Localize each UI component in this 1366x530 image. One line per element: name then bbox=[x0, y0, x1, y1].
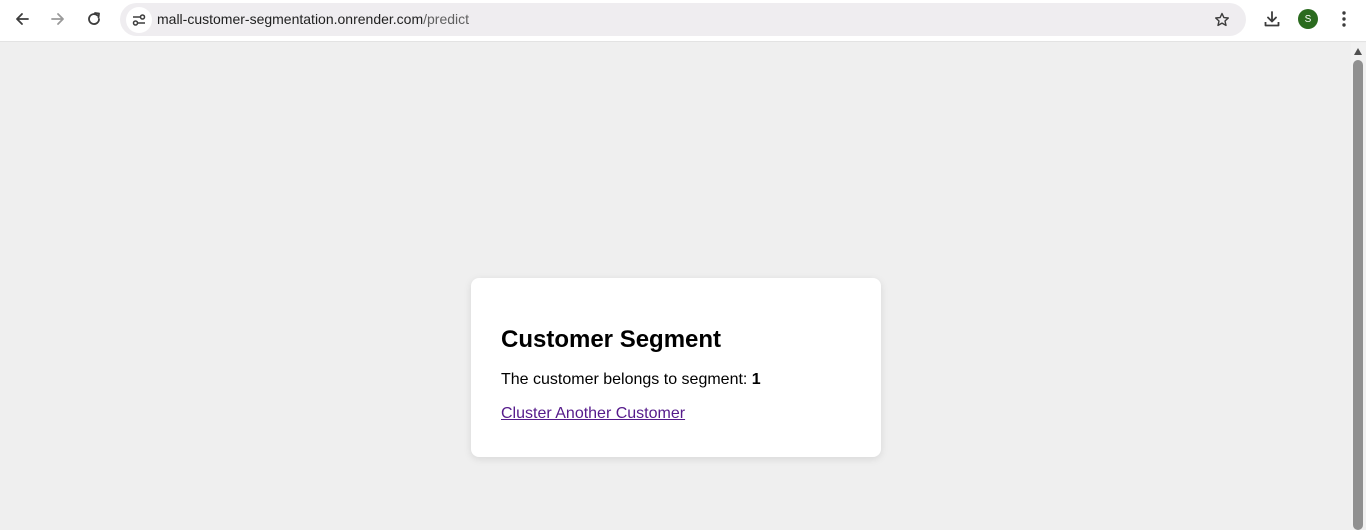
segment-result-label: The customer belongs to segment: bbox=[501, 371, 752, 388]
url-host: mall-customer-segmentation.onrender.com bbox=[157, 11, 424, 27]
tune-icon bbox=[132, 14, 146, 26]
star-icon bbox=[1215, 12, 1229, 27]
result-card: Customer Segment The customer belongs to… bbox=[471, 278, 881, 457]
scroll-up-arrow-icon[interactable] bbox=[1354, 48, 1362, 55]
avatar-initial: S bbox=[1304, 13, 1312, 25]
address-bar[interactable]: mall-customer-segmentation.onrender.com/… bbox=[120, 3, 1246, 36]
arrow-left-icon bbox=[16, 13, 29, 25]
bookmark-button[interactable] bbox=[1212, 10, 1232, 30]
back-button[interactable] bbox=[6, 5, 38, 33]
url-path: /predict bbox=[423, 11, 470, 27]
browser-menu-button[interactable] bbox=[1328, 5, 1360, 33]
reload-button[interactable] bbox=[78, 5, 110, 33]
reload-icon bbox=[88, 12, 100, 25]
arrow-right-icon bbox=[51, 13, 64, 25]
scroll-thumb[interactable] bbox=[1353, 60, 1363, 530]
download-button[interactable] bbox=[1256, 5, 1288, 33]
url-text[interactable]: mall-customer-segmentation.onrender.com/… bbox=[157, 11, 469, 27]
site-info-button[interactable] bbox=[126, 7, 152, 33]
download-icon bbox=[1264, 11, 1280, 27]
forward-button[interactable] bbox=[42, 5, 74, 33]
profile-avatar[interactable]: S bbox=[1298, 9, 1318, 29]
segment-result: The customer belongs to segment: 1 bbox=[501, 370, 851, 390]
kebab-menu-icon bbox=[1342, 11, 1346, 27]
page-scrollbar[interactable] bbox=[1351, 43, 1366, 530]
segment-value: 1 bbox=[751, 371, 761, 388]
cluster-another-customer-link[interactable]: Cluster Another Customer bbox=[501, 404, 685, 424]
browser-toolbar: mall-customer-segmentation.onrender.com/… bbox=[0, 0, 1366, 42]
page-title: Customer Segment bbox=[501, 326, 722, 353]
